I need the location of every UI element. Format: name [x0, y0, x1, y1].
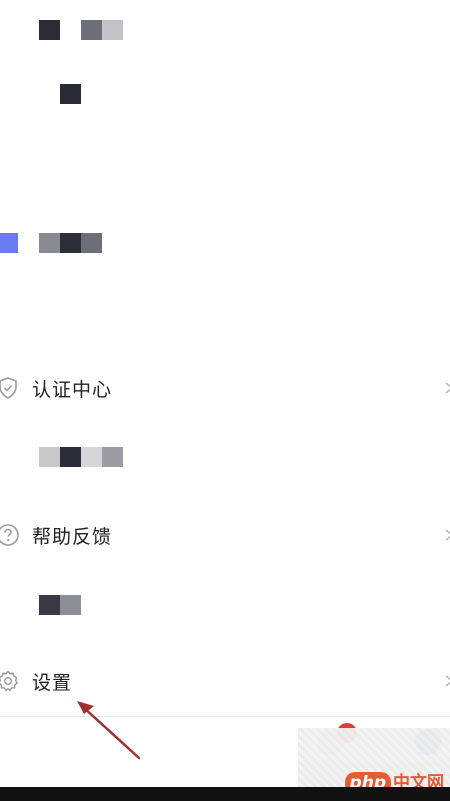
bottom-edge-strip	[0, 787, 450, 801]
user-name-mosaic	[39, 20, 123, 40]
accent-row-mosaic[interactable]	[0, 233, 102, 253]
question-circle-icon	[0, 523, 20, 547]
chevron-right-icon	[445, 529, 450, 541]
certification-sub-mosaic	[39, 447, 123, 467]
shield-check-icon	[0, 376, 20, 400]
menu-item-label: 认证中心	[32, 379, 113, 401]
menu-item-certification[interactable]: 认证中心	[0, 366, 450, 410]
menu-item-settings[interactable]: 设置	[0, 659, 450, 703]
menu-item-help-feedback[interactable]: 帮助反馈	[0, 513, 450, 557]
user-meta-mosaic	[60, 84, 81, 104]
chevron-right-icon	[445, 382, 450, 394]
profile-menu-screen: 认证中心 帮助反馈 设置 php 中文网	[0, 0, 450, 801]
menu-item-label: 帮助反馈	[32, 526, 113, 548]
gear-icon	[0, 669, 20, 693]
menu-item-label: 设置	[32, 672, 73, 694]
chevron-right-icon	[445, 675, 450, 687]
help-sub-mosaic	[39, 595, 81, 615]
